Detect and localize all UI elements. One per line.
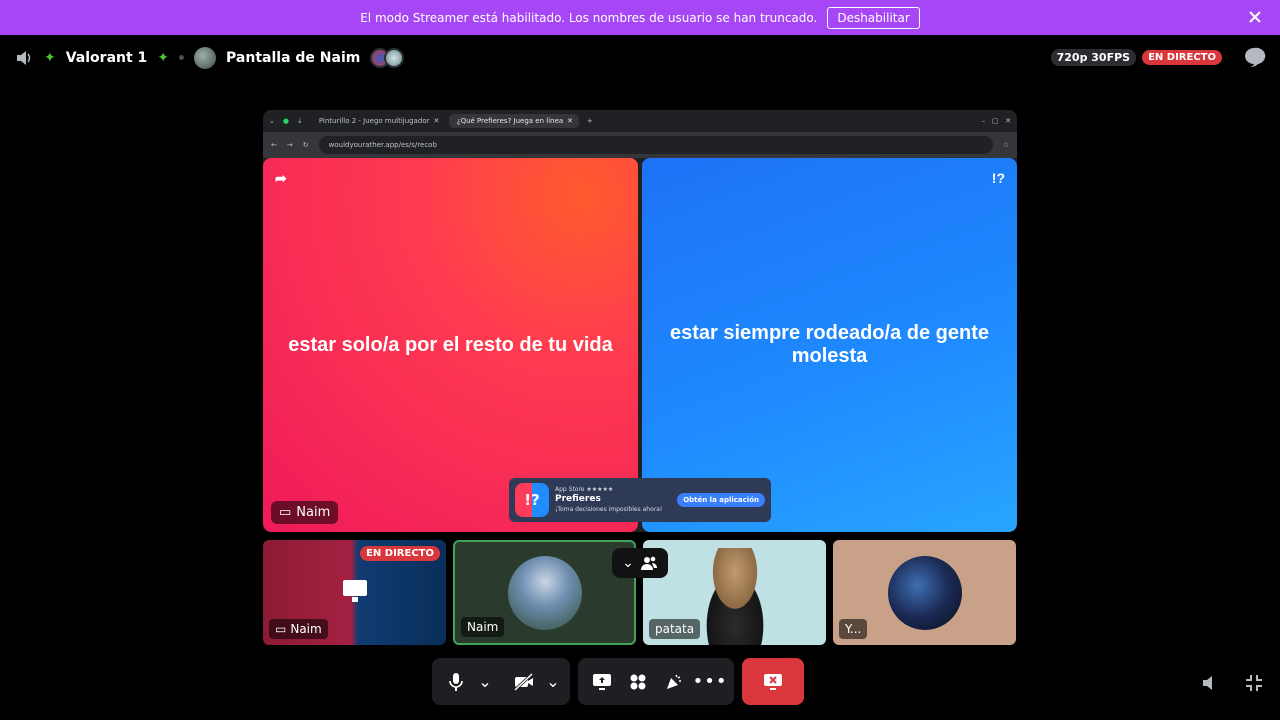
- choice-cards: ➦ estar solo/a por el resto de tu vida ▭…: [263, 158, 1017, 532]
- disable-streamer-mode-button[interactable]: Deshabilitar: [827, 6, 920, 29]
- participant-tile-naim[interactable]: Naim: [453, 540, 636, 645]
- participant-label: Y...: [839, 619, 868, 639]
- activities-button[interactable]: [622, 666, 654, 698]
- get-app-button[interactable]: Obtén la aplicación: [677, 493, 765, 507]
- back-icon[interactable]: ←: [271, 141, 277, 149]
- share-icon[interactable]: ➦: [275, 170, 287, 187]
- option-left-text: estar solo/a por el resto de tu vida: [288, 333, 613, 356]
- call-header: ✦ Valorant 1 ✦ Pantalla de Naim 720p 30F…: [0, 35, 1280, 80]
- participant-label: Naim: [461, 617, 505, 637]
- pin-icon[interactable]: ⇣: [297, 117, 303, 125]
- avatar: [887, 555, 962, 630]
- camera-off-icon: [513, 672, 534, 691]
- soundboard-icon: [667, 674, 681, 689]
- new-tab-icon[interactable]: +: [587, 117, 593, 125]
- logo-icon: !?: [991, 170, 1005, 186]
- mic-camera-group: ⌄ ⌄: [432, 658, 570, 705]
- chevron-down-icon: ⌄: [622, 555, 634, 571]
- leave-call-icon: [764, 673, 782, 690]
- participant-tile-y[interactable]: Y...: [833, 540, 1016, 645]
- browser-tab[interactable]: Pinturillo 2 - Juego multijugador ✕: [311, 114, 441, 128]
- browser-tab-bar: ⌄ ● ⇣ Pinturillo 2 - Juego multijugador …: [263, 110, 1017, 132]
- more-icon: •••: [692, 671, 728, 692]
- reload-icon[interactable]: ↻: [303, 141, 309, 149]
- channel-emoji-icon: ✦: [157, 49, 170, 66]
- shared-screen[interactable]: ⌄ ● ⇣ Pinturillo 2 - Juego multijugador …: [263, 110, 1017, 532]
- screen-share-icon: [593, 673, 611, 690]
- chevron-down-icon[interactable]: ⌄: [269, 117, 275, 125]
- call-controls: ⌄ ⌄ •••: [432, 658, 804, 705]
- stream-quality-badge: 720p 30FPS: [1050, 48, 1137, 66]
- camera-button[interactable]: [508, 666, 540, 698]
- star-icon[interactable]: ☆: [1003, 141, 1009, 149]
- people-icon: [640, 556, 657, 570]
- more-options-button[interactable]: •••: [692, 666, 728, 698]
- forward-icon[interactable]: →: [287, 141, 293, 149]
- activity-icon: [630, 674, 646, 689]
- screen-share-icon: [343, 580, 367, 602]
- share-activity-group: •••: [578, 658, 734, 705]
- exit-fullscreen-icon: [1246, 675, 1262, 691]
- chevron-down-icon: ⌄: [546, 672, 560, 691]
- soundboard-button[interactable]: [658, 666, 690, 698]
- disconnect-button[interactable]: [742, 658, 804, 705]
- whatsapp-icon[interactable]: ●: [283, 117, 289, 125]
- screen-share-icon: ▭: [275, 622, 287, 636]
- live-badge: EN DIRECTO: [1142, 49, 1222, 65]
- screen-share-button[interactable]: [586, 666, 618, 698]
- option-right-card[interactable]: !? estar siempre rodeado/a de gente mole…: [642, 158, 1017, 532]
- participant-label: patata: [649, 619, 701, 639]
- app-promo-banner[interactable]: !? App Store ★★★★★ Prefieres ¡Toma decis…: [509, 478, 771, 522]
- participant-tile-patata[interactable]: patata: [643, 540, 826, 645]
- participant-tile-stream[interactable]: EN DIRECTO ▭ Naim: [263, 540, 446, 645]
- window-controls[interactable]: – ▢ ✕: [982, 117, 1011, 125]
- microphone-button[interactable]: [440, 666, 472, 698]
- avatar: [690, 548, 779, 645]
- avatar: [194, 46, 217, 69]
- browser-tab-active[interactable]: ¿Qué Prefieres? Juega en línea ✕: [448, 114, 579, 128]
- chevron-down-icon: ⌄: [478, 672, 492, 691]
- channel-emoji-icon: ✦: [44, 49, 56, 66]
- app-logo-icon: !?: [515, 483, 549, 517]
- collapse-participants-button[interactable]: ⌄: [612, 548, 668, 578]
- streamer-mode-banner: El modo Streamer está habilitado. Los no…: [0, 0, 1280, 35]
- participant-label: ▭ Naim: [269, 619, 328, 639]
- exit-fullscreen-button[interactable]: [1241, 670, 1267, 696]
- viewer-avatar[interactable]: [384, 47, 405, 68]
- stream-title: Pantalla de Naim: [226, 49, 361, 66]
- volume-icon: [1203, 676, 1212, 690]
- browser-address-bar: ← → ↻ wouldyourather.app/es/s/recob ☆: [263, 132, 1017, 158]
- avatar: [507, 555, 582, 630]
- screen-share-icon: ▭: [279, 505, 292, 520]
- channel-name[interactable]: Valorant 1: [66, 50, 148, 66]
- option-left-card[interactable]: ➦ estar solo/a por el resto de tu vida ▭…: [263, 158, 638, 532]
- banner-message: El modo Streamer está habilitado. Los no…: [360, 10, 818, 25]
- close-icon[interactable]: [1246, 8, 1264, 26]
- camera-options-chevron[interactable]: ⌄: [544, 666, 562, 698]
- url-input[interactable]: wouldyourather.app/es/s/recob: [318, 136, 993, 154]
- chat-icon[interactable]: [1242, 45, 1266, 69]
- option-right-text: estar siempre rodeado/a de gente molesta: [669, 322, 989, 367]
- live-badge: EN DIRECTO: [360, 546, 440, 561]
- presenter-tag: ▭ Naim: [271, 501, 339, 524]
- speaker-icon[interactable]: [14, 48, 34, 68]
- separator-dot: [179, 55, 185, 60]
- volume-button[interactable]: [1197, 670, 1223, 696]
- mic-options-chevron[interactable]: ⌄: [476, 666, 494, 698]
- microphone-icon: [449, 672, 463, 691]
